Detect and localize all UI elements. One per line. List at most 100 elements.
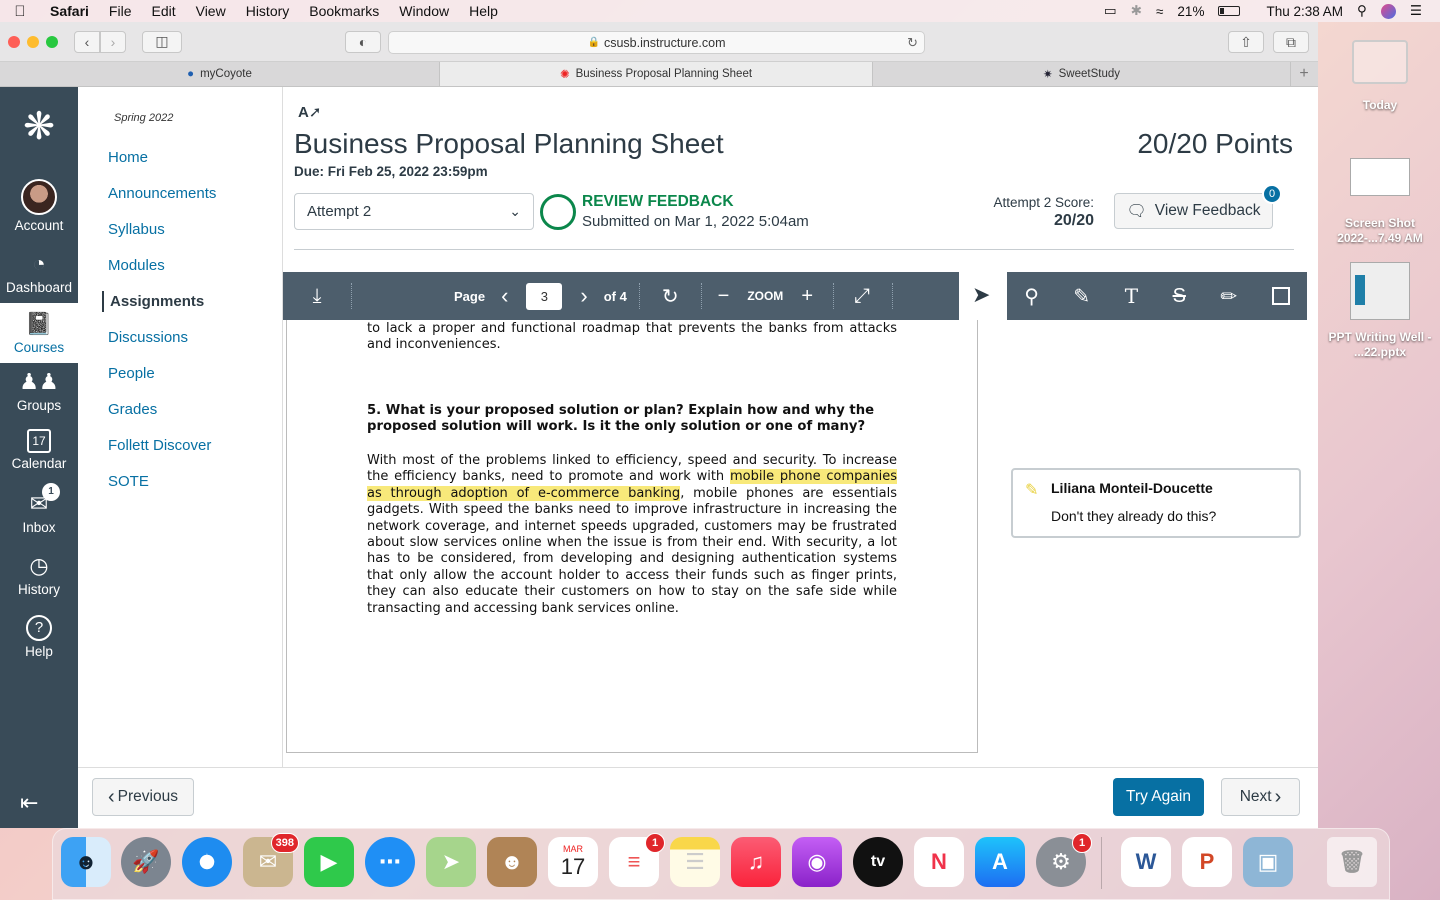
reminders-icon[interactable]: ≡ 1: [609, 833, 665, 887]
finder-icon[interactable]: ☻: [61, 837, 111, 887]
reload-icon[interactable]: ↻: [907, 35, 918, 51]
messages-icon[interactable]: ⋯: [365, 837, 415, 887]
trash-icon[interactable]: 🗑: [1327, 837, 1377, 887]
freehand-icon[interactable]: ✏: [1220, 284, 1237, 309]
menu-window[interactable]: Window: [389, 3, 459, 19]
menu-app-name[interactable]: Safari: [40, 3, 99, 19]
forward-button[interactable]: ›: [100, 30, 126, 53]
next-button[interactable]: Next ›: [1221, 778, 1300, 816]
tab-mycoyote[interactable]: ● myCoyote: [0, 62, 440, 86]
address-bar[interactable]: 🔒 csusb.instructure.com ↻: [388, 31, 925, 54]
nav-courses[interactable]: 📓 Courses: [0, 303, 78, 363]
control-center-icon[interactable]: ☰: [1410, 3, 1422, 19]
tab-overview-icon[interactable]: ⧉: [1273, 31, 1309, 53]
menu-edit[interactable]: Edit: [141, 3, 185, 19]
rotate-icon[interactable]: ↻: [662, 284, 679, 309]
collapse-nav-icon[interactable]: ⇤: [20, 790, 38, 816]
news-icon[interactable]: N: [914, 837, 964, 887]
course-nav-home[interactable]: Home: [108, 149, 148, 166]
view-feedback-button[interactable]: 🗨 View Feedback: [1114, 193, 1273, 229]
course-nav-syllabus[interactable]: Syllabus: [108, 221, 165, 238]
accessibility-icon[interactable]: A➚: [298, 103, 321, 121]
nav-groups[interactable]: ♟♟ Groups: [0, 369, 78, 413]
highlight-icon[interactable]: ✎: [1073, 284, 1090, 309]
zoom-window-button[interactable]: [46, 35, 58, 48]
menu-history[interactable]: History: [236, 3, 300, 19]
try-again-button[interactable]: Try Again: [1113, 778, 1204, 816]
siri-icon[interactable]: [1380, 3, 1396, 19]
nav-history[interactable]: ◷ History: [0, 553, 78, 597]
course-nav-grades[interactable]: Grades: [108, 401, 157, 418]
zoom-in-icon[interactable]: +: [801, 285, 813, 308]
answer-text: , mobile phones are essentials gadgets. …: [367, 485, 898, 616]
text-icon[interactable]: T: [1125, 284, 1138, 308]
menu-view[interactable]: View: [186, 3, 236, 19]
contacts-icon[interactable]: ☻: [487, 837, 537, 887]
word-icon[interactable]: W: [1121, 837, 1171, 887]
battery-icon[interactable]: [1218, 6, 1241, 16]
menu-file[interactable]: File: [99, 3, 142, 19]
menu-help[interactable]: Help: [459, 3, 508, 19]
prev-page-icon[interactable]: ‹: [501, 283, 508, 309]
course-nav-discussions[interactable]: Discussions: [108, 329, 188, 346]
point-annotation-icon[interactable]: ⚲: [1024, 284, 1039, 309]
clock[interactable]: Thu 2:38 AM: [1266, 4, 1343, 19]
facetime-icon[interactable]: ▶: [304, 837, 354, 887]
close-window-button[interactable]: [8, 35, 20, 48]
bluetooth-icon[interactable]: ✱: [1131, 3, 1142, 19]
apple-icon[interactable]: : [0, 3, 40, 20]
attempt-select[interactable]: Attempt 2 ⌄: [294, 193, 534, 230]
attempt-score-value: 20/20: [1053, 212, 1094, 229]
podcasts-icon[interactable]: ◉: [792, 837, 842, 887]
tab-sweetstudy[interactable]: ✷ SweetStudy: [873, 62, 1291, 86]
privacy-shield-icon[interactable]: ◐: [345, 31, 381, 53]
launchpad-icon[interactable]: 🚀: [121, 837, 171, 887]
menu-bookmarks[interactable]: Bookmarks: [299, 3, 389, 19]
notes-icon[interactable]: ☰: [670, 837, 720, 887]
minimize-window-button[interactable]: [27, 35, 39, 48]
new-tab-button[interactable]: +: [1291, 62, 1317, 86]
course-nav-sote[interactable]: SOTE: [108, 473, 149, 490]
download-icon[interactable]: ⤓: [283, 285, 351, 308]
wifi-icon[interactable]: ≈: [1156, 4, 1163, 19]
nav-dashboard[interactable]: ◔ Dashboard: [0, 251, 78, 295]
music-icon[interactable]: ♫: [731, 837, 781, 887]
course-nav-people[interactable]: People: [108, 365, 155, 382]
tab-proposal[interactable]: ✺ Business Proposal Planning Sheet: [440, 62, 873, 86]
fullscreen-icon[interactable]: ⤢: [854, 285, 870, 308]
nav-account[interactable]: Account: [0, 179, 78, 233]
preview-icon[interactable]: ▣: [1243, 837, 1293, 887]
powerpoint-icon[interactable]: P: [1182, 837, 1232, 887]
sidebar-toggle-icon[interactable]: ◫: [142, 30, 182, 53]
nav-inbox[interactable]: ✉ 1 Inbox: [0, 483, 78, 535]
zoom-out-icon[interactable]: −: [718, 285, 730, 308]
back-button[interactable]: ‹: [74, 30, 100, 53]
page-number-input[interactable]: 3: [526, 282, 563, 310]
next-page-icon[interactable]: ›: [580, 283, 587, 309]
strikeout-icon[interactable]: S: [1173, 285, 1186, 308]
apple-tv-icon[interactable]: tv: [853, 837, 903, 887]
desktop-file-ppt[interactable]: PPT Writing Well - ...22.pptx: [1325, 262, 1435, 360]
safari-icon[interactable]: ✦: [182, 837, 232, 887]
spotlight-icon[interactable]: ⚲: [1357, 3, 1367, 19]
annotation-comment[interactable]: ✎ Liliana Monteil-Doucette Don't they al…: [1011, 468, 1301, 538]
desktop-file-screenshot[interactable]: Screen Shot 2022-...7.49 AM: [1325, 158, 1435, 246]
system-preferences-icon[interactable]: ⚙ 1: [1036, 833, 1092, 887]
mail-icon[interactable]: ✉ 398: [243, 833, 299, 887]
area-annotation-icon[interactable]: [1271, 287, 1290, 305]
calendar-app-icon[interactable]: MAR 17: [548, 837, 598, 887]
app-store-icon[interactable]: A: [975, 837, 1025, 887]
course-nav-announcements[interactable]: Announcements: [108, 185, 216, 202]
course-nav-modules[interactable]: Modules: [108, 257, 165, 274]
course-nav-follett[interactable]: Follett Discover: [108, 437, 211, 454]
desktop-folder-today[interactable]: Today: [1325, 40, 1435, 113]
previous-button[interactable]: ‹ Previous: [92, 778, 194, 816]
maps-icon[interactable]: ➤: [426, 837, 476, 887]
share-icon[interactable]: ⇧: [1228, 31, 1264, 53]
airplay-icon[interactable]: ▭: [1104, 3, 1117, 19]
nav-calendar[interactable]: 17 Calendar: [0, 429, 78, 471]
canvas-logo-icon[interactable]: ❋: [0, 105, 78, 152]
select-cursor-icon[interactable]: ➤: [972, 282, 990, 308]
course-nav-assignments[interactable]: Assignments: [102, 291, 204, 312]
nav-help[interactable]: ? Help: [0, 615, 78, 659]
